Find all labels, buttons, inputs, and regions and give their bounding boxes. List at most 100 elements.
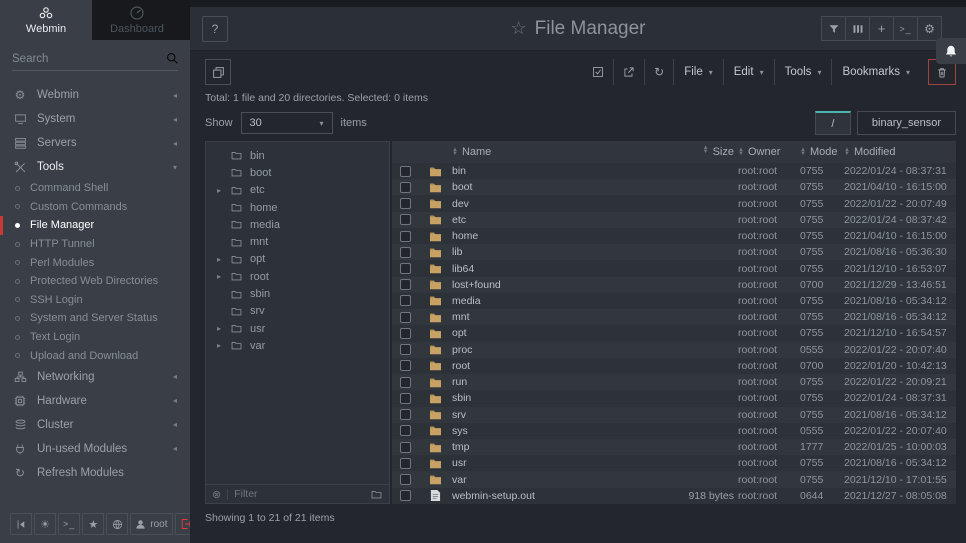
select-all-button[interactable] <box>583 59 613 85</box>
menu-edit[interactable]: Edit▾ <box>723 59 774 85</box>
columns-button[interactable] <box>845 16 870 41</box>
tree-item-boot[interactable]: boot <box>206 164 389 181</box>
row-checkbox[interactable] <box>400 474 411 485</box>
row-checkbox[interactable] <box>400 458 411 469</box>
row-checkbox[interactable] <box>400 360 411 371</box>
plus-button[interactable]: + <box>869 16 894 41</box>
file-row-opt[interactable]: optroot:root07552021/12/10 - 16:54:57 <box>392 325 956 341</box>
sort-icon[interactable]: ▲▼ <box>452 148 458 156</box>
row-checkbox[interactable] <box>400 344 411 355</box>
file-row-lib64[interactable]: lib64root:root07552021/12/10 - 16:53:07 <box>392 260 956 276</box>
sidebar-item-upload-and-download[interactable]: Upload and Download <box>0 346 190 365</box>
row-checkbox[interactable] <box>400 312 411 323</box>
tree-item-home[interactable]: home <box>206 199 389 216</box>
tree-item-usr[interactable]: ▸usr <box>206 320 389 337</box>
row-checkbox[interactable] <box>400 490 411 501</box>
expand-arrow-icon[interactable]: ▸ <box>215 341 223 350</box>
search-icon[interactable] <box>166 52 179 65</box>
tree-filter-input[interactable] <box>234 488 364 500</box>
sidebar-item-protected-web-directories[interactable]: Protected Web Directories <box>0 272 190 291</box>
column-header-name[interactable]: ▲▼Name <box>452 146 652 158</box>
file-row-dev[interactable]: devroot:root07552022/01/22 - 20:07:49 <box>392 195 956 211</box>
file-row-webmin-setup.out[interactable]: webmin-setup.out918 bytesroot:root064420… <box>392 488 956 504</box>
globe-button[interactable] <box>106 513 128 535</box>
file-row-usr[interactable]: usrroot:root07552021/08/16 - 05:34:12 <box>392 455 956 471</box>
file-row-tmp[interactable]: tmproot:root17772022/01/25 - 10:00:03 <box>392 439 956 455</box>
sidebar-item-ssh-login[interactable]: SSH Login <box>0 291 190 310</box>
refresh-button[interactable]: ↻ <box>644 59 673 85</box>
tab-dashboard[interactable]: Dashboard <box>92 0 182 40</box>
row-checkbox[interactable] <box>400 393 411 404</box>
row-checkbox[interactable] <box>400 328 411 339</box>
sort-icon[interactable]: ▲▼ <box>738 148 744 156</box>
notifications-bell[interactable] <box>936 38 966 64</box>
tree-item-var[interactable]: ▸var <box>206 337 389 354</box>
export-button[interactable] <box>613 59 644 85</box>
sidebar-item-http-tunnel[interactable]: HTTP Tunnel <box>0 235 190 254</box>
row-checkbox[interactable] <box>400 279 411 290</box>
expand-arrow-icon[interactable]: ▸ <box>215 186 223 195</box>
row-checkbox[interactable] <box>400 247 411 258</box>
sidebar-item-perl-modules[interactable]: Perl Modules <box>0 253 190 272</box>
filter-button[interactable] <box>821 16 846 41</box>
tree-item-sbin[interactable]: sbin <box>206 285 389 302</box>
column-header-size[interactable]: ▲▼Size <box>652 146 738 158</box>
file-row-lib[interactable]: libroot:root07552021/08/16 - 05:36:30 <box>392 244 956 260</box>
sun-button[interactable]: ☀ <box>34 513 56 535</box>
tree-item-media[interactable]: media <box>206 216 389 233</box>
row-checkbox[interactable] <box>400 263 411 274</box>
terminal-button[interactable]: >_ <box>893 16 918 41</box>
tab-webmin[interactable]: Webmin <box>0 0 92 40</box>
row-checkbox[interactable] <box>400 166 411 177</box>
file-row-etc[interactable]: etcroot:root07552022/01/24 - 08:37:42 <box>392 212 956 228</box>
tree-item-opt[interactable]: ▸opt <box>206 251 389 268</box>
sort-icon[interactable]: ▲▼ <box>703 146 709 158</box>
column-header-modified[interactable]: ▲▼Modified <box>844 146 956 158</box>
row-checkbox[interactable] <box>400 214 411 225</box>
row-checkbox[interactable] <box>400 409 411 420</box>
row-checkbox[interactable] <box>400 231 411 242</box>
tree-item-srv[interactable]: srv <box>206 303 389 320</box>
file-row-mnt[interactable]: mntroot:root07552021/08/16 - 05:34:12 <box>392 309 956 325</box>
tree-item-root[interactable]: ▸root <box>206 268 389 285</box>
tree-item-mnt[interactable]: mnt <box>206 233 389 250</box>
sort-icon[interactable]: ▲▼ <box>800 148 806 156</box>
sidebar-item-servers[interactable]: Servers◂ <box>0 131 190 155</box>
row-checkbox[interactable] <box>400 295 411 306</box>
expand-arrow-icon[interactable]: ▸ <box>215 324 223 333</box>
row-checkbox[interactable] <box>400 377 411 388</box>
sidebar-item-hardware[interactable]: Hardware◂ <box>0 389 190 413</box>
file-row-run[interactable]: runroot:root07552022/01/22 - 20:09:21 <box>392 374 956 390</box>
file-row-sys[interactable]: sysroot:root05552022/01/22 - 20:07:40 <box>392 423 956 439</box>
file-row-media[interactable]: mediaroot:root07552021/08/16 - 05:34:12 <box>392 293 956 309</box>
column-header-owner[interactable]: ▲▼Owner <box>738 146 800 158</box>
file-row-home[interactable]: homeroot:root07552021/04/10 - 16:15:00 <box>392 228 956 244</box>
star-button[interactable]: ★ <box>82 513 104 535</box>
tree-item-etc[interactable]: ▸etc <box>206 182 389 199</box>
row-checkbox[interactable] <box>400 198 411 209</box>
file-row-var[interactable]: varroot:root07552021/12/10 - 17:01:55 <box>392 471 956 487</box>
row-checkbox[interactable] <box>400 425 411 436</box>
page-size-select[interactable]: 30 ▾ <box>241 112 333 134</box>
help-button[interactable]: ? <box>202 16 228 42</box>
expand-arrow-icon[interactable]: ▸ <box>215 255 223 264</box>
copy-path-button[interactable] <box>205 59 231 85</box>
user-button[interactable]: root <box>130 513 172 535</box>
sidebar-item-refresh-modules[interactable]: ↻Refresh Modules <box>0 461 190 485</box>
sidebar-item-cluster[interactable]: Cluster◂ <box>0 413 190 437</box>
terminal-button[interactable]: >_ <box>58 513 80 535</box>
sidebar-item-custom-commands[interactable]: Custom Commands <box>0 198 190 217</box>
sidebar-item-system-and-server-status[interactable]: System and Server Status <box>0 309 190 328</box>
sidebar-item-un-used-modules[interactable]: Un-used Modules◂ <box>0 437 190 461</box>
clear-filter-icon[interactable]: ⊗ <box>212 488 221 501</box>
file-row-proc[interactable]: procroot:root05552022/01/22 - 20:07:40 <box>392 342 956 358</box>
sidebar-item-tools[interactable]: Tools▾ <box>0 155 190 179</box>
file-row-lost+found[interactable]: lost+foundroot:root07002021/12/29 - 13:4… <box>392 277 956 293</box>
sidebar-item-file-manager[interactable]: File Manager <box>0 216 190 235</box>
row-checkbox[interactable] <box>400 182 411 193</box>
row-checkbox[interactable] <box>400 442 411 453</box>
sidebar-item-webmin[interactable]: ⚙Webmin◂ <box>0 83 190 107</box>
sidebar-item-command-shell[interactable]: Command Shell <box>0 179 190 198</box>
search-input[interactable] <box>12 53 166 65</box>
menu-tools[interactable]: Tools▾ <box>774 59 832 85</box>
